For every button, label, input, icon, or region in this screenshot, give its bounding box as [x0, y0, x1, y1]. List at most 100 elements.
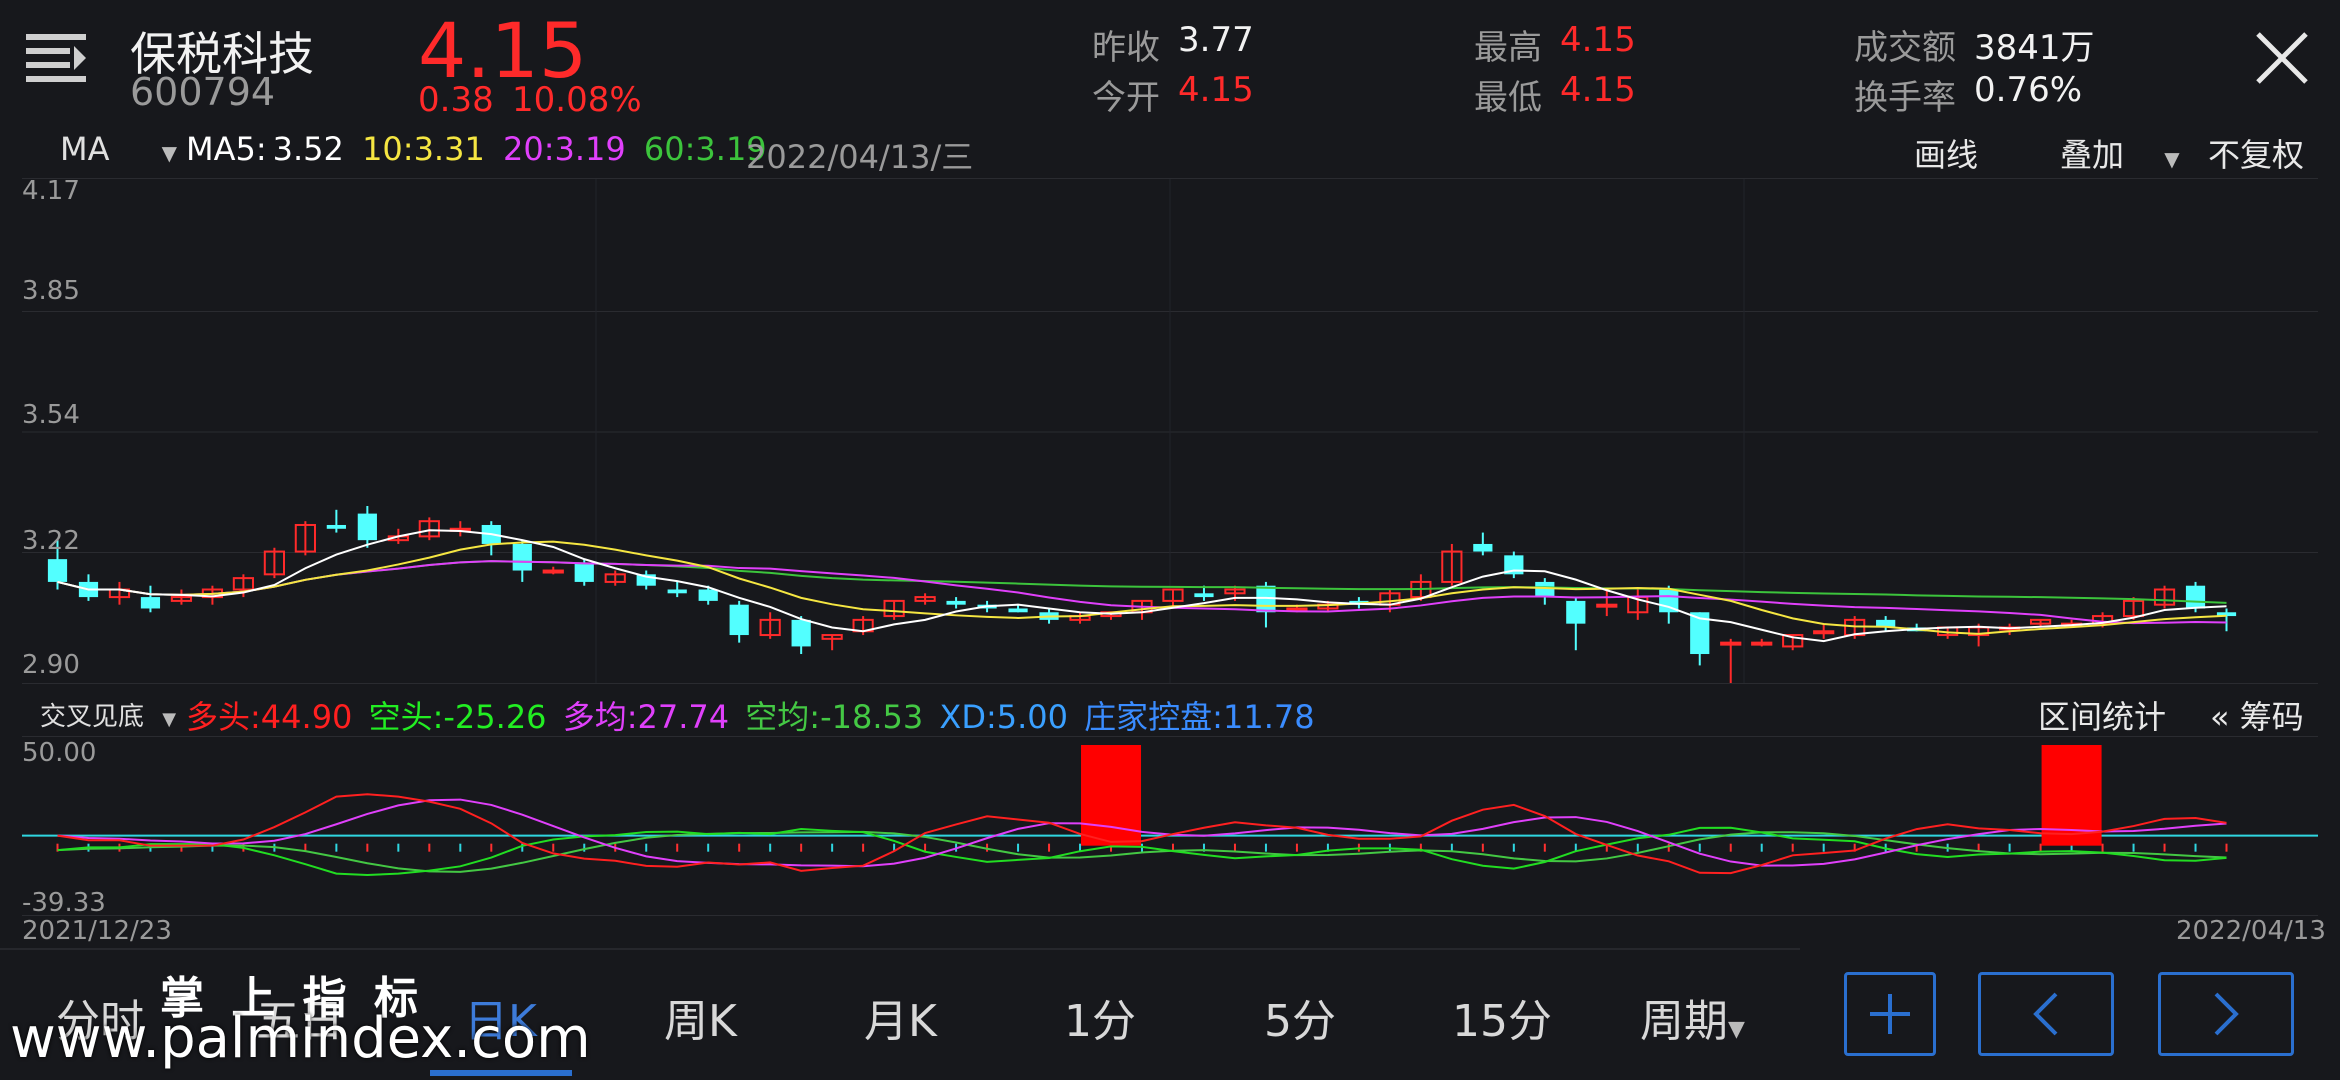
- ma20-label: 20:: [502, 130, 555, 168]
- candle-body: [47, 559, 68, 582]
- candle-body: [1008, 608, 1028, 613]
- chevron-down-icon: ▼: [162, 709, 177, 730]
- turnover-rate-label: 换手率: [1854, 78, 1956, 118]
- turnover-amount-label: 成交额: [1854, 28, 1956, 68]
- sub-indicator-select[interactable]: 交叉见底 ▼: [40, 696, 176, 733]
- price-change-pct: 10.08%: [512, 80, 642, 120]
- tab-period[interactable]: 周期▼: [1640, 985, 1745, 1049]
- candle-body: [357, 513, 377, 541]
- bull-avg-value: 27.74: [637, 698, 730, 736]
- candle-body: [698, 589, 718, 601]
- chevron-left-icon: [2033, 992, 2058, 1036]
- low-value: 4.15: [1560, 70, 1636, 110]
- price-axis-label: 3.54: [22, 400, 80, 430]
- candle-body: [1194, 593, 1214, 598]
- ma5-line: [57, 529, 2227, 643]
- bear-avg-label: 空均:: [745, 698, 821, 736]
- open-value: 4.15: [1178, 70, 1254, 110]
- ma5-label: MA5:: [186, 130, 267, 168]
- tab-15min[interactable]: 15分: [1452, 985, 1552, 1049]
- prev-close-label: 昨收: [1092, 28, 1160, 68]
- sub-axis-bottom: -39.33: [22, 888, 106, 918]
- sub-indicator-values: 多头:44.90 空头:-25.26 多均:27.74 空均:-18.53 XD…: [186, 692, 1315, 738]
- bottom-divider: [0, 948, 1800, 950]
- tab-period-label: 周期: [1640, 996, 1728, 1047]
- ma10-value: 3.31: [413, 130, 485, 168]
- ma10-line: [57, 540, 2227, 635]
- candle-body: [1473, 543, 1493, 552]
- price-axis-label: 3.85: [22, 276, 80, 306]
- sub-svg: [22, 745, 2318, 877]
- kline-chart[interactable]: [22, 178, 2318, 684]
- overlay-label: 叠加: [2060, 136, 2125, 174]
- add-button[interactable]: [1844, 972, 1936, 1056]
- bull-avg-label: 多均:: [562, 698, 638, 736]
- candle-body: [1566, 600, 1586, 624]
- candle-body: [1535, 581, 1555, 598]
- price-change: 0.38: [418, 80, 494, 120]
- tab-1min[interactable]: 1分: [1064, 985, 1136, 1049]
- overlay-button[interactable]: 叠加 ▼: [2060, 130, 2180, 176]
- candle-body: [512, 543, 532, 571]
- open-label: 今开: [1092, 78, 1160, 118]
- turnover-amount-value: 3841万: [1974, 28, 2095, 68]
- candle-body: [574, 562, 594, 582]
- next-button[interactable]: [2158, 972, 2294, 1056]
- candle-body: [1720, 641, 1742, 646]
- dealer-label: 庄家控盘:: [1084, 698, 1223, 736]
- indicator-select[interactable]: MA ▼: [60, 130, 177, 168]
- sub-indicator-label: 交叉见底: [40, 702, 145, 732]
- bear-label: 空头:: [368, 698, 444, 736]
- bull-value: 44.90: [260, 698, 353, 736]
- candle-body: [326, 524, 346, 529]
- start-date: 2021/12/23: [22, 916, 172, 946]
- candle-body: [1596, 603, 1618, 608]
- bull-label: 多头:: [186, 698, 261, 736]
- watermark-url: www.palmindex.com: [10, 1006, 591, 1071]
- candle-body: [1813, 630, 1835, 635]
- price-axis-label: 2.90: [22, 650, 80, 680]
- prev-close-value: 3.77: [1178, 20, 1254, 60]
- chips-button[interactable]: « 筹码: [2210, 692, 2304, 738]
- price-axis-label: 4.17: [22, 176, 80, 206]
- candle-body: [542, 569, 564, 574]
- ma60-label: 60:: [643, 130, 696, 168]
- ma-values: MA5: 3.52 10:3.31 20:3.19 60:3.19: [186, 130, 767, 168]
- chevron-right-icon: [2214, 992, 2239, 1036]
- xd-label: XD:: [939, 698, 997, 736]
- candle-body: [946, 600, 966, 605]
- xd-value: 5.00: [996, 698, 1068, 736]
- menu-icon[interactable]: [26, 30, 90, 88]
- low-label: 最低: [1474, 78, 1542, 118]
- tab-yuek[interactable]: 月K: [864, 985, 937, 1049]
- turnover-rate-value: 0.76%: [1974, 70, 2083, 110]
- plus-icon: [1870, 994, 1910, 1034]
- ma10-label: 10:: [362, 130, 414, 168]
- sub-chart[interactable]: [22, 736, 2318, 916]
- kline-svg: [22, 179, 2318, 683]
- candle-body: [791, 619, 811, 647]
- high-label: 最高: [1474, 28, 1542, 68]
- adjust-button[interactable]: 不复权: [2208, 130, 2304, 176]
- tab-zhouk[interactable]: 周K: [664, 985, 737, 1049]
- chevron-down-icon: ▼: [1728, 1017, 1745, 1042]
- candle-body: [667, 589, 687, 594]
- high-value: 4.15: [1560, 20, 1636, 60]
- chevron-down-icon: ▼: [2164, 147, 2180, 171]
- ma20-value: 3.19: [554, 130, 626, 168]
- indicator-select-label: MA: [60, 130, 110, 168]
- close-icon[interactable]: [2254, 30, 2310, 86]
- current-date: 2022/04/13/三: [746, 138, 974, 176]
- candle-body: [140, 597, 161, 609]
- tab-5min[interactable]: 5分: [1264, 985, 1336, 1049]
- candle-body: [2185, 585, 2206, 609]
- ma5-value: 3.52: [272, 130, 344, 168]
- bull-line: [57, 793, 2227, 875]
- candle-body: [729, 604, 749, 636]
- dealer-value: 11.78: [1222, 698, 1315, 736]
- prev-button[interactable]: [1978, 972, 2114, 1056]
- end-date: 2022/04/13: [2176, 916, 2326, 946]
- range-stats-button[interactable]: 区间统计: [2038, 692, 2166, 738]
- draw-line-button[interactable]: 画线: [1914, 130, 1978, 176]
- sub-axis-top: 50.00: [22, 738, 97, 768]
